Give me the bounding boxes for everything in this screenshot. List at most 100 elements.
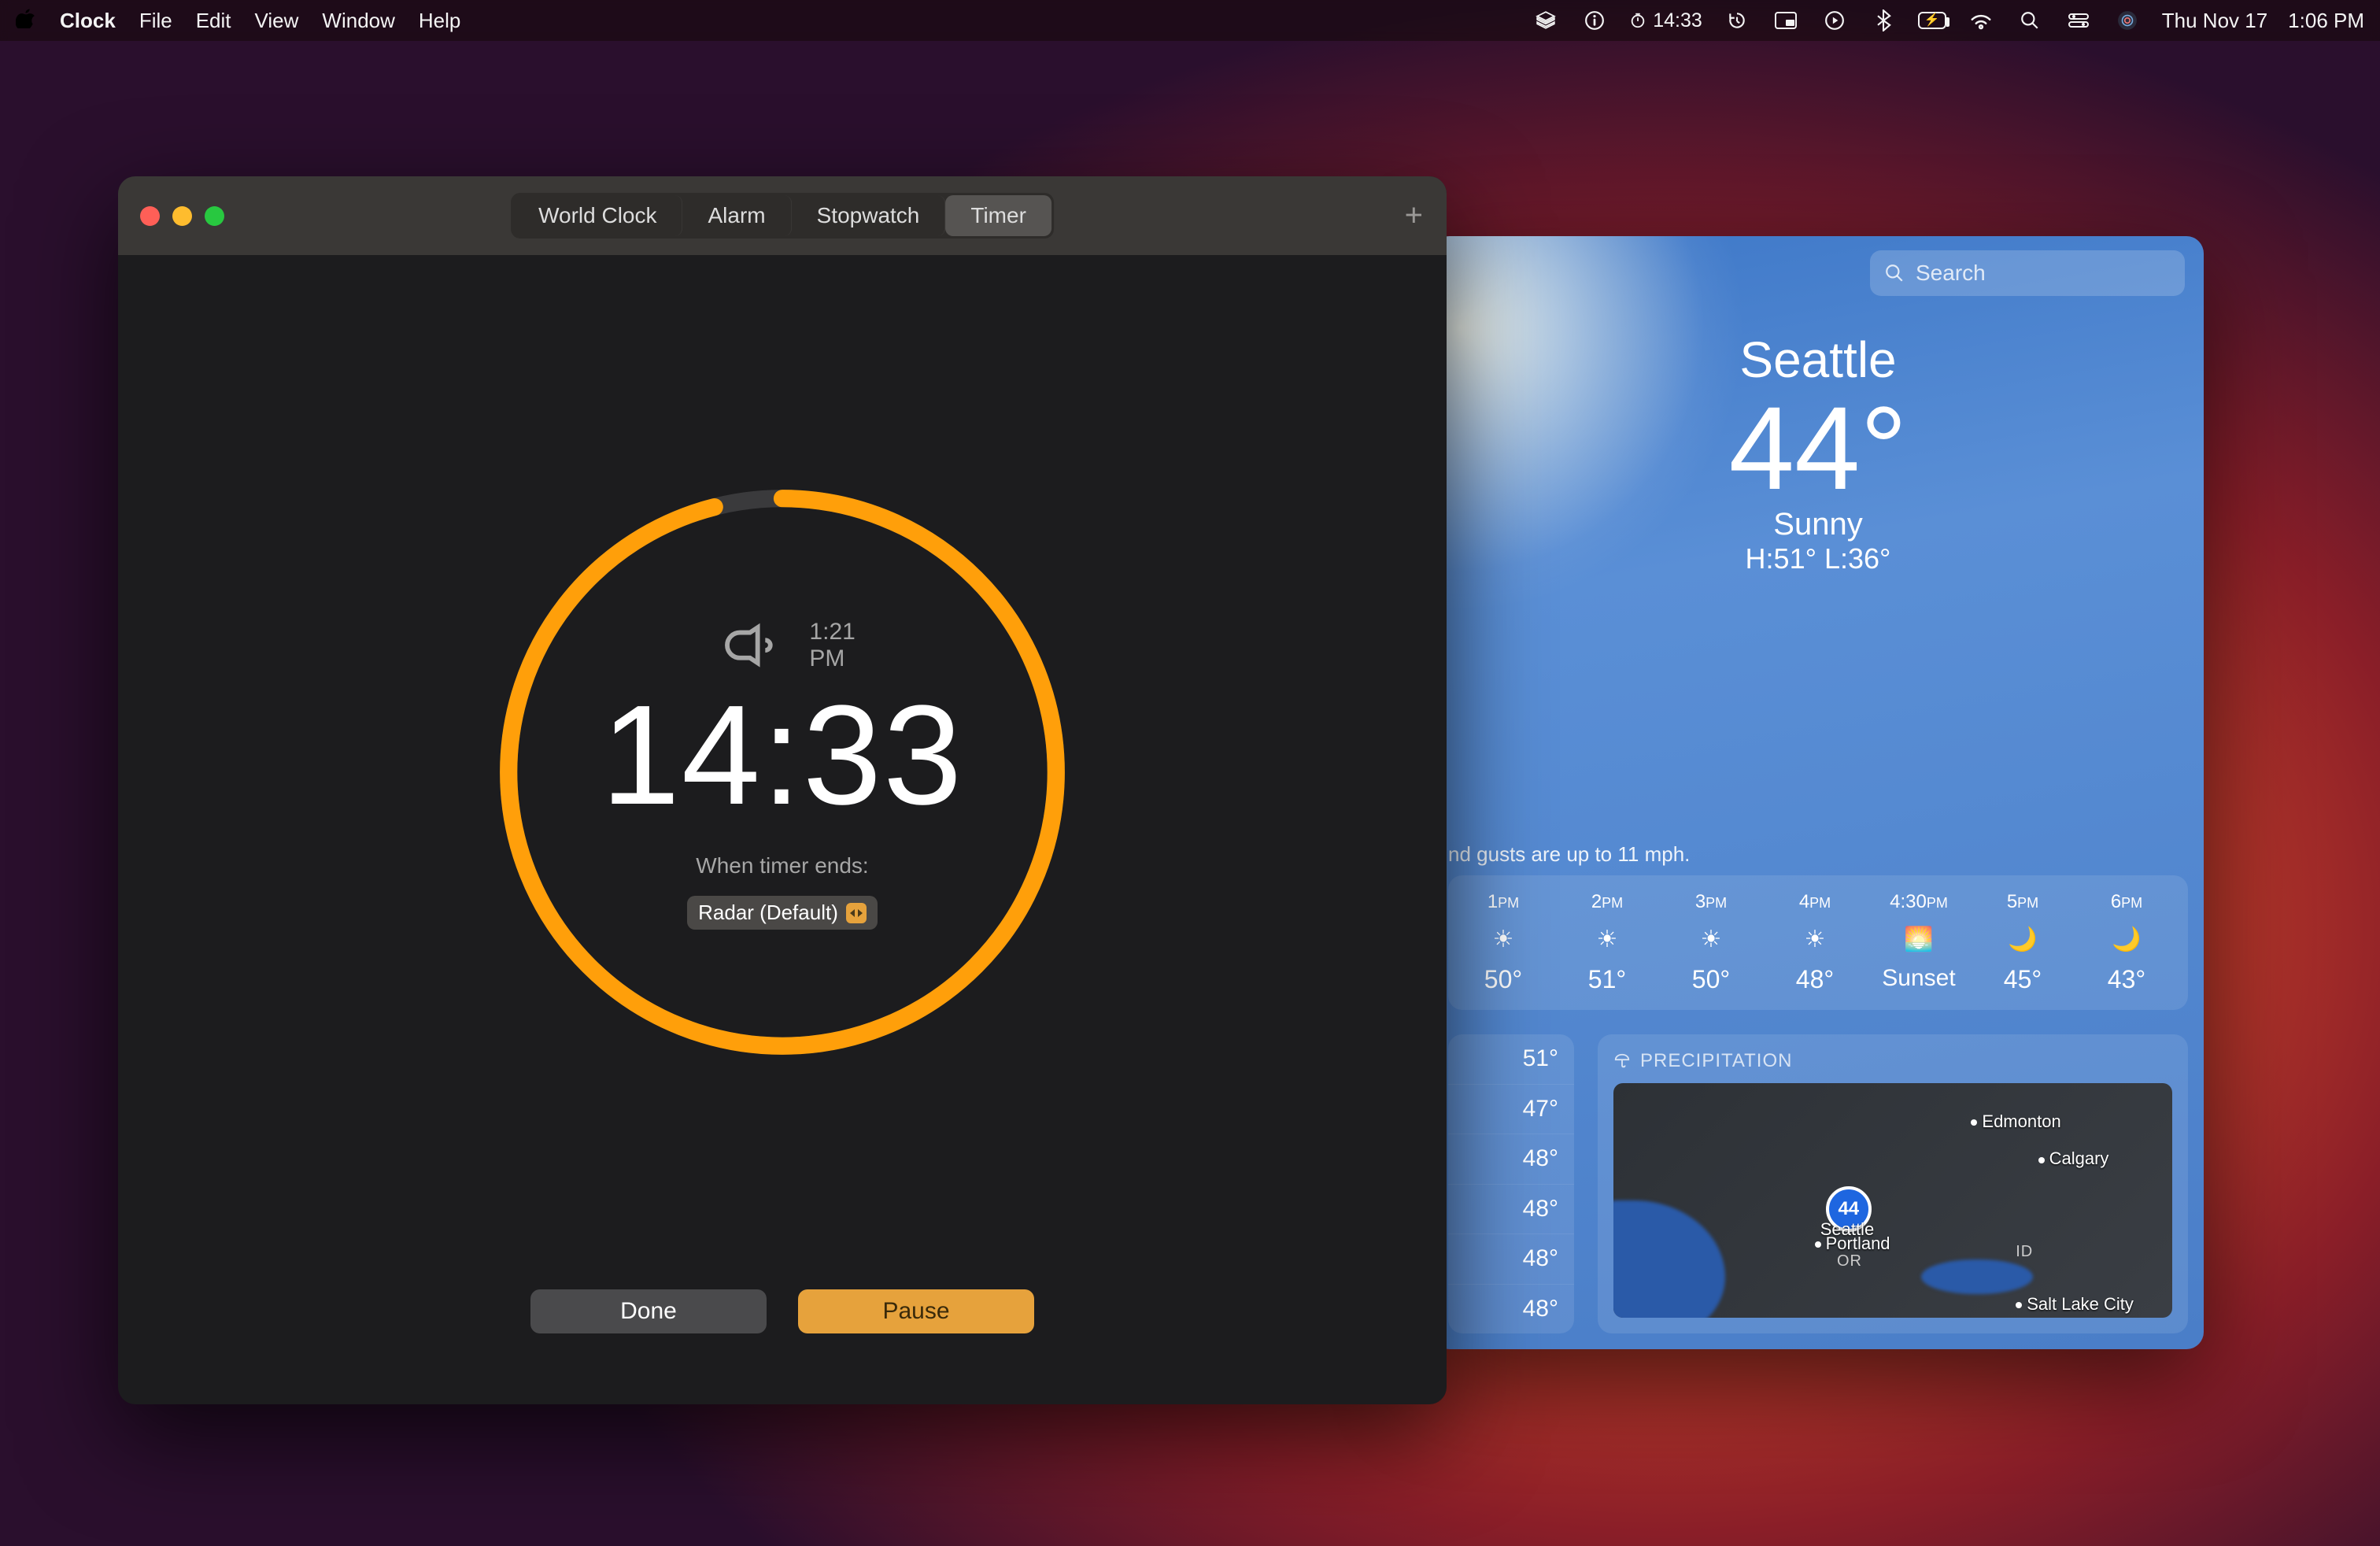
tab-alarm[interactable]: Alarm [683, 195, 792, 236]
hourly-forecast[interactable]: 1PM☀50°2PM☀51°3PM☀50°4PM☀48°4:30PM🌅Sunse… [1448, 875, 2188, 1010]
hourly-item: 5PM 🌙 45° [1979, 891, 2067, 994]
menubar-app-name[interactable]: Clock [60, 9, 116, 33]
timer-body: 1:21 PM 14:33 When timer ends: Radar (De… [118, 255, 1447, 1404]
weather-icon: 🌙 [1979, 926, 2067, 952]
window-minimize-button[interactable] [172, 206, 192, 226]
tab-world-clock[interactable]: World Clock [513, 195, 682, 236]
weather-city: Seattle [1432, 331, 2204, 389]
search-placeholder: Search [1916, 261, 1986, 286]
map-city-label: Portland [1815, 1233, 1890, 1254]
menu-view[interactable]: View [255, 9, 299, 33]
stack-icon[interactable] [1532, 6, 1560, 35]
battery-icon[interactable]: ⚡ [1918, 6, 1946, 35]
weather-window: Search Seattle 44° Sunny H:51° L:36° nd … [1432, 236, 2204, 1349]
hourly-item: 3PM ☀ 50° [1667, 891, 1755, 994]
hour-label: 3PM [1667, 891, 1755, 913]
timer-ring: 1:21 PM 14:33 When timer ends: Radar (De… [491, 481, 1074, 1063]
hour-label: 1PM [1459, 891, 1547, 913]
hourly-item: 2PM ☀ 51° [1563, 891, 1651, 994]
clock-tabs: World ClockAlarmStopwatchTimer [511, 193, 1054, 239]
daily-temp-row: 48° [1448, 1285, 1574, 1334]
weather-bottom-row: 51°47°48°48°48°48° PRECIPITATION 44 Seat… [1448, 1034, 2188, 1333]
daily-temp-row: 48° [1448, 1185, 1574, 1235]
map-city-label: Calgary [2038, 1148, 2109, 1169]
tab-timer[interactable]: Timer [945, 195, 1051, 236]
weather-condition: Sunny [1432, 507, 2204, 542]
weather-gust-note: nd gusts are up to 11 mph. [1432, 834, 1706, 875]
timer-sound-name: Radar (Default) [698, 901, 838, 925]
bell-icon [720, 597, 781, 693]
timer-end-time-value: 1:21 PM [809, 619, 862, 672]
timer-countdown: 14:33 [601, 685, 963, 827]
clock-titlebar: World ClockAlarmStopwatchTimer + [118, 176, 1447, 255]
hour-label: 2PM [1563, 891, 1651, 913]
timer-sound-picker[interactable]: Radar (Default) [687, 896, 878, 930]
menu-help[interactable]: Help [419, 9, 460, 33]
siri-icon[interactable] [2113, 6, 2142, 35]
daily-temp-row: 48° [1448, 1134, 1574, 1185]
hourly-item: 6PM 🌙 43° [2082, 891, 2171, 994]
wifi-icon[interactable] [1967, 6, 1995, 35]
menubar-date[interactable]: Thu Nov 17 [2162, 9, 2267, 33]
tab-stopwatch[interactable]: Stopwatch [792, 195, 946, 236]
menubar-timer[interactable]: 14:33 [1629, 9, 1702, 32]
hour-label: 4:30PM [1875, 891, 1963, 913]
play-icon[interactable] [1820, 6, 1849, 35]
control-center-icon[interactable] [2064, 6, 2093, 35]
pause-button[interactable]: Pause [798, 1289, 1034, 1333]
daily-temp-row: 51° [1448, 1034, 1574, 1085]
search-icon [1884, 263, 1905, 283]
weather-icon: 🌙 [2082, 926, 2171, 952]
menu-file[interactable]: File [139, 9, 172, 33]
chevron-updown-icon [846, 903, 867, 923]
daily-temp-strip[interactable]: 51°47°48°48°48°48° [1448, 1034, 1574, 1333]
menu-edit[interactable]: Edit [196, 9, 231, 33]
weather-search-field[interactable]: Search [1870, 250, 2185, 296]
window-zoom-button[interactable] [205, 206, 224, 226]
history-icon[interactable] [1723, 6, 1751, 35]
menubar: Clock File Edit View Window Help 14:33 ⚡… [0, 0, 2380, 41]
menubar-timer-value: 14:33 [1653, 9, 1702, 32]
weather-icon: 🌅 [1875, 926, 1963, 952]
weather-temperature: 44° [1432, 389, 2204, 507]
precipitation-map[interactable]: 44 Seattle EdmontonCalgaryPortlandSalt L… [1613, 1083, 2172, 1318]
hour-value: 43° [2082, 965, 2171, 994]
weather-icon: ☀ [1771, 926, 1859, 952]
menubar-time[interactable]: 1:06 PM [2288, 9, 2364, 33]
hour-value: 48° [1771, 965, 1859, 994]
timer-end-time: 1:21 PM [702, 615, 862, 675]
bluetooth-icon[interactable] [1869, 6, 1898, 35]
hour-label: 6PM [2082, 891, 2171, 913]
hour-value: Sunset [1875, 965, 1963, 992]
map-current-temp: 44 [1838, 1198, 1859, 1220]
window-close-button[interactable] [140, 206, 160, 226]
apple-menu-icon[interactable] [16, 8, 36, 34]
umbrella-icon [1613, 1052, 1631, 1070]
hour-value: 45° [1979, 965, 2067, 994]
precipitation-card[interactable]: PRECIPITATION 44 Seattle EdmontonCalgary… [1598, 1034, 2188, 1333]
menu-window[interactable]: Window [322, 9, 394, 33]
done-button[interactable]: Done [530, 1289, 767, 1333]
hourly-item: 1PM☀50° [1459, 891, 1547, 994]
map-state-label: ID [2016, 1243, 2033, 1261]
pip-icon[interactable] [1772, 6, 1800, 35]
weather-icon: ☀ [1667, 926, 1755, 952]
info-icon[interactable] [1580, 6, 1609, 35]
hourly-item: 4PM ☀ 48° [1771, 891, 1859, 994]
weather-icon: ☀ [1563, 926, 1651, 952]
timer-buttons: Done Pause [530, 1289, 1034, 1333]
menubar-left: Clock File Edit View Window Help [16, 8, 460, 34]
precip-label: PRECIPITATION [1640, 1050, 1792, 1072]
search-icon[interactable] [2016, 6, 2044, 35]
hour-value: 50° [1667, 965, 1755, 994]
weather-hi-lo: H:51° L:36° [1432, 542, 2204, 575]
hour-label: 5PM [1979, 891, 2067, 913]
weather-hero: Seattle 44° Sunny H:51° L:36° [1432, 331, 2204, 575]
hour-value: 51° [1563, 965, 1651, 994]
add-button[interactable]: + [1405, 198, 1423, 234]
hour-label: 4PM [1771, 891, 1859, 913]
daily-temp-row: 47° [1448, 1085, 1574, 1135]
clock-window: World ClockAlarmStopwatchTimer + 1:21 PM… [118, 176, 1447, 1404]
map-state-label: OR [1837, 1252, 1862, 1270]
weather-icon: ☀ [1459, 926, 1547, 952]
